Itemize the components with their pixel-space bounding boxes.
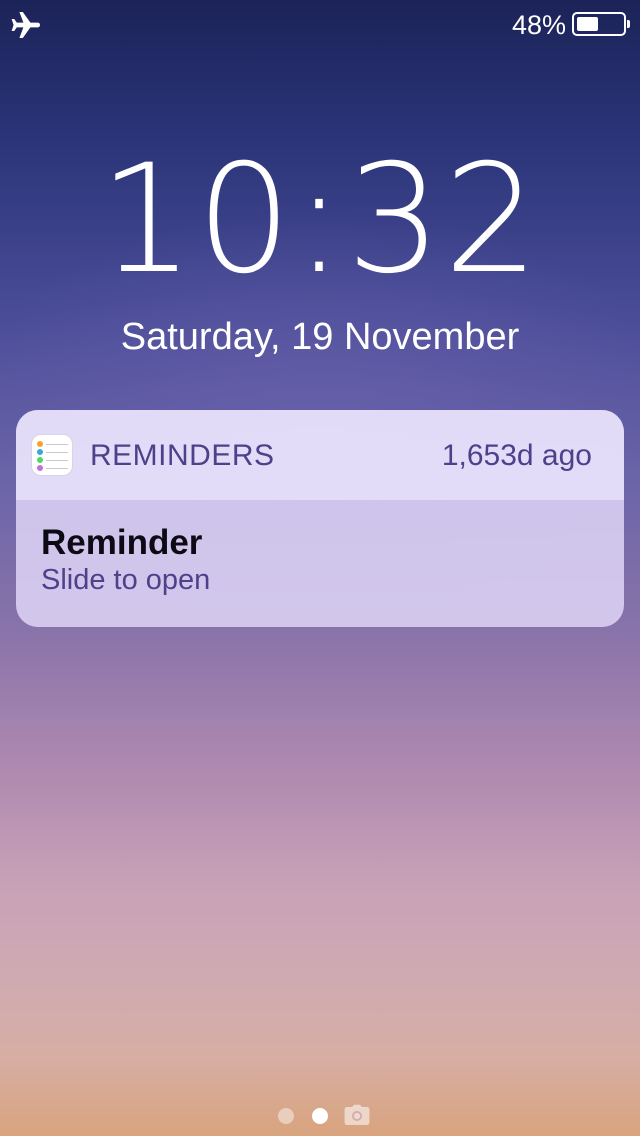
status-bar: 48%: [0, 0, 640, 48]
airplane-icon: [11, 12, 40, 38]
lock-screen-clock: 10:32: [98, 133, 542, 307]
battery-fill: [577, 17, 598, 31]
camera-icon[interactable]: [344, 1104, 370, 1126]
battery-icon: [572, 12, 630, 36]
page-dot-2-active: [312, 1108, 328, 1124]
lock-screen-date: Saturday, 19 November: [120, 316, 520, 358]
notification-subtitle: Slide to open: [41, 564, 211, 596]
page-indicator: [0, 1104, 640, 1128]
reminder-notification[interactable]: REMINDERS 1,653d ago Reminder Slide to o…: [16, 410, 624, 627]
notification-header: REMINDERS 1,653d ago: [16, 410, 624, 500]
page-dot-1: [278, 1108, 294, 1124]
notification-timestamp: 1,653d ago: [441, 439, 592, 472]
notification-title: Reminder: [41, 523, 203, 562]
battery-percentage: 48%: [511, 10, 566, 40]
battery-tip: [627, 20, 630, 28]
reminders-app-icon: [31, 434, 73, 476]
battery-body: [572, 12, 626, 36]
notification-app-name: REMINDERS: [90, 439, 275, 472]
